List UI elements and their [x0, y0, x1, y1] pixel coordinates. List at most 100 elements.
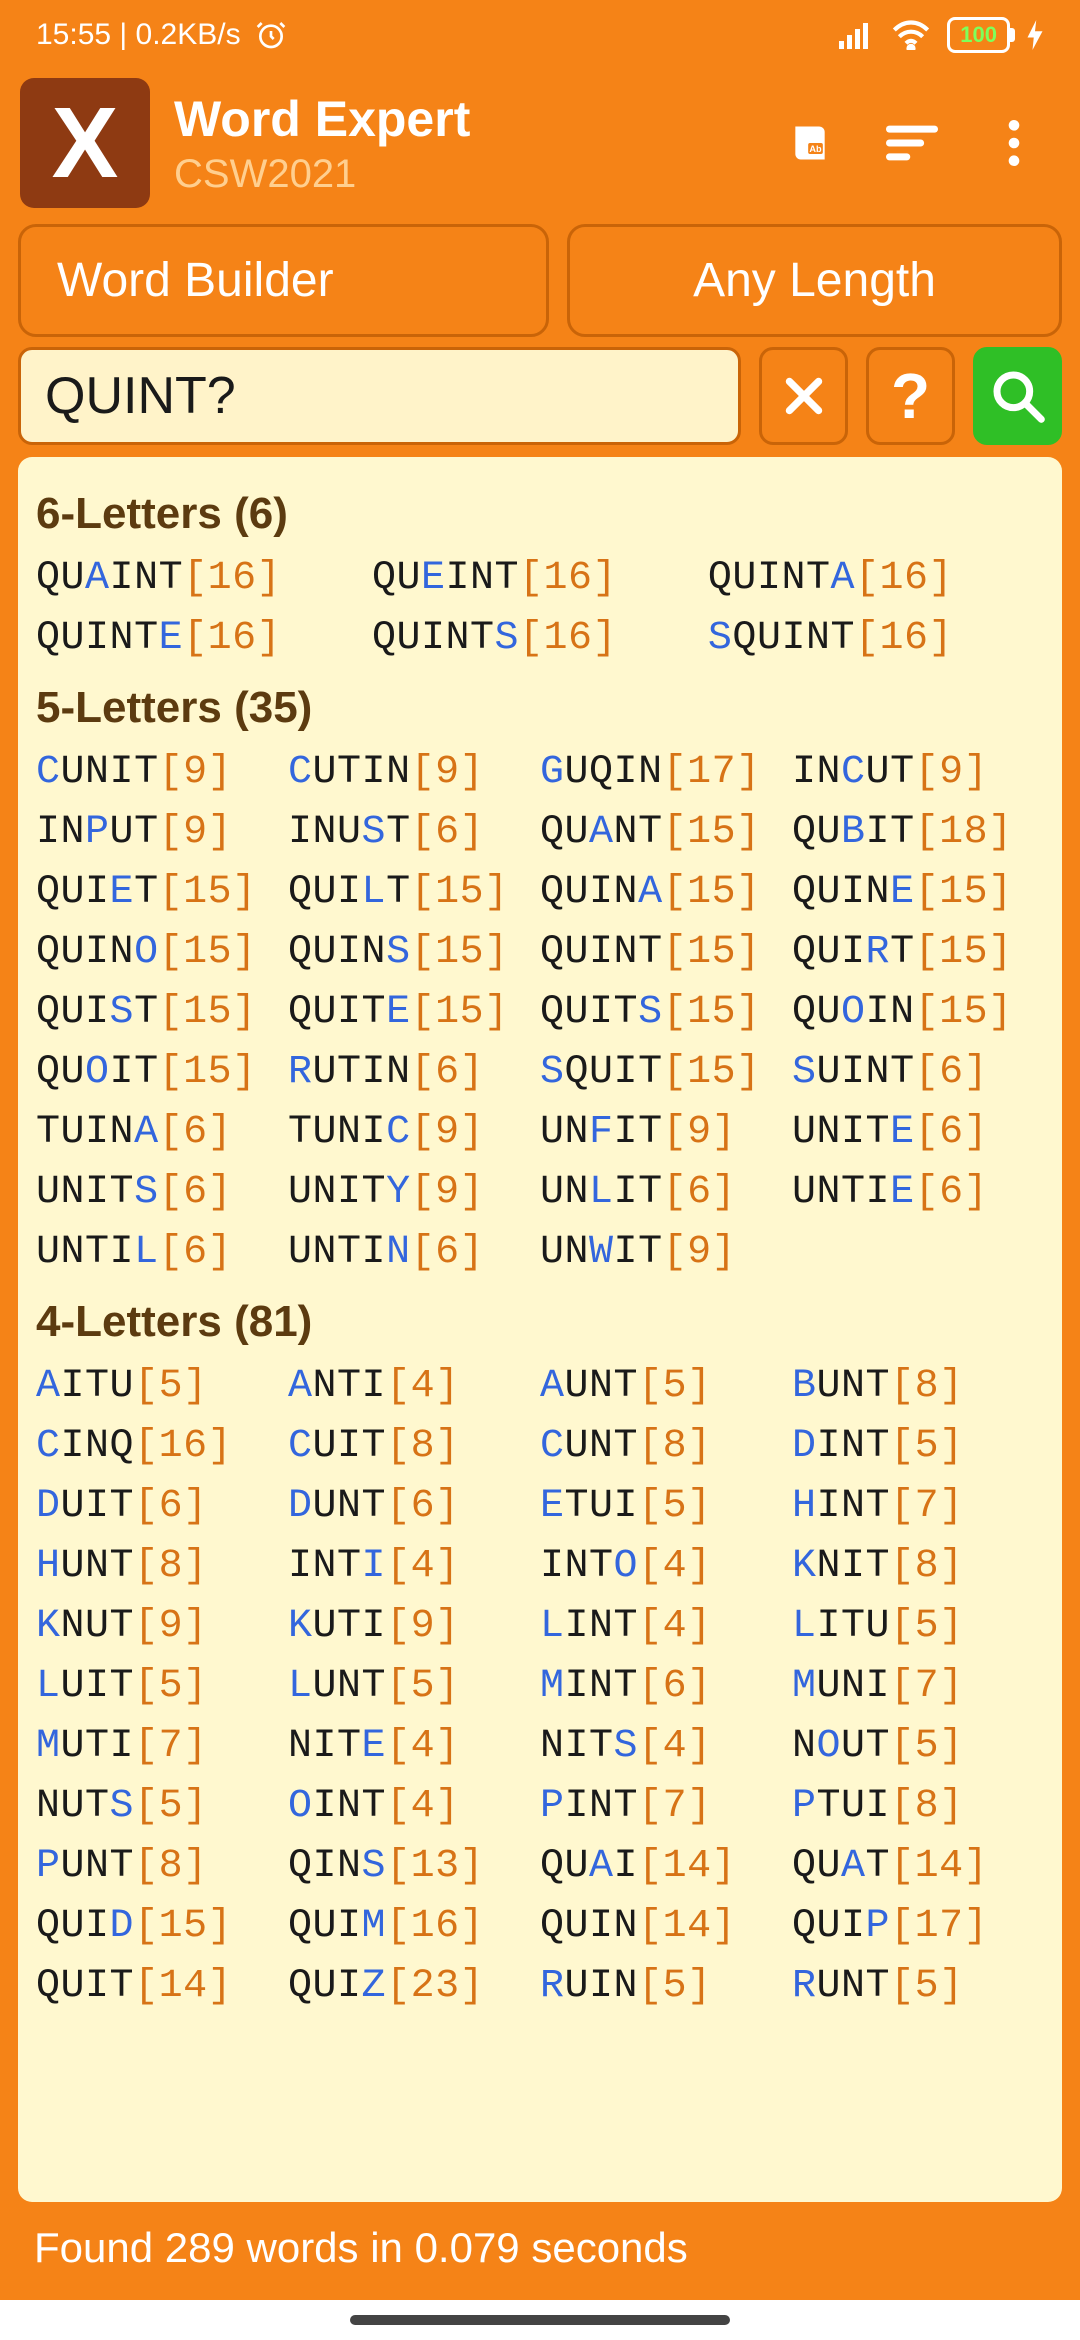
- battery-indicator: 100: [947, 17, 1010, 53]
- word-entry[interactable]: INCUT[9]: [792, 743, 1044, 803]
- word-entry[interactable]: QUAINT[16]: [36, 549, 372, 609]
- word-entry[interactable]: RUTIN[6]: [288, 1043, 540, 1103]
- word-entry[interactable]: NOUT[5]: [792, 1717, 1044, 1777]
- word-entry[interactable]: BUNT[8]: [792, 1357, 1044, 1417]
- word-entry[interactable]: QUINO[15]: [36, 923, 288, 983]
- word-entry[interactable]: QUAI[14]: [540, 1837, 792, 1897]
- word-entry[interactable]: NUTS[5]: [36, 1777, 288, 1837]
- word-entry[interactable]: QUINTE[16]: [36, 609, 372, 669]
- word-entry[interactable]: UNLIT[6]: [540, 1163, 792, 1223]
- word-entry[interactable]: INPUT[9]: [36, 803, 288, 863]
- word-entry[interactable]: AITU[5]: [36, 1357, 288, 1417]
- word-entry[interactable]: PINT[7]: [540, 1777, 792, 1837]
- mode-selector[interactable]: Word Builder: [18, 224, 549, 337]
- word-entry[interactable]: QUOIN[15]: [792, 983, 1044, 1043]
- word-entry[interactable]: QUITS[15]: [540, 983, 792, 1043]
- word-entry[interactable]: QUEINT[16]: [372, 549, 708, 609]
- word-entry[interactable]: NITS[4]: [540, 1717, 792, 1777]
- clear-button[interactable]: [759, 347, 848, 445]
- word-entry[interactable]: QUINE[15]: [792, 863, 1044, 923]
- word-entry[interactable]: QUILT[15]: [288, 863, 540, 923]
- word-entry[interactable]: QUAT[14]: [792, 1837, 1044, 1897]
- word-entry[interactable]: MINT[6]: [540, 1657, 792, 1717]
- word-entry[interactable]: SQUIT[15]: [540, 1043, 792, 1103]
- word-entry[interactable]: QUINTA[16]: [708, 549, 1044, 609]
- word-entry[interactable]: INTO[4]: [540, 1537, 792, 1597]
- word-entry[interactable]: RUIN[5]: [540, 1957, 792, 2017]
- word-entry[interactable]: UNTIL[6]: [36, 1223, 288, 1283]
- word-entry[interactable]: INUST[6]: [288, 803, 540, 863]
- word-entry[interactable]: QUIT[14]: [36, 1957, 288, 2017]
- dictionary-icon[interactable]: Ab: [784, 117, 836, 169]
- word-entry[interactable]: CINQ[16]: [36, 1417, 288, 1477]
- word-entry[interactable]: KUTI[9]: [288, 1597, 540, 1657]
- word-entry[interactable]: OINT[4]: [288, 1777, 540, 1837]
- word-entry[interactable]: QUIM[16]: [288, 1897, 540, 1957]
- search-input[interactable]: [18, 347, 741, 445]
- word-entry[interactable]: UNITS[6]: [36, 1163, 288, 1223]
- results-panel[interactable]: 6-Letters (6)QUAINT[16]QUEINT[16]QUINTA[…: [18, 457, 1062, 2202]
- overflow-menu-icon[interactable]: [988, 117, 1040, 169]
- word-entry[interactable]: QUIZ[23]: [288, 1957, 540, 2017]
- word-entry[interactable]: KNUT[9]: [36, 1597, 288, 1657]
- word-entry[interactable]: LINT[4]: [540, 1597, 792, 1657]
- word-entry[interactable]: DUIT[6]: [36, 1477, 288, 1537]
- word-entry[interactable]: CUTIN[9]: [288, 743, 540, 803]
- word-entry[interactable]: CUNT[8]: [540, 1417, 792, 1477]
- word-entry[interactable]: MUNI[7]: [792, 1657, 1044, 1717]
- word-entry[interactable]: QUIN[14]: [540, 1897, 792, 1957]
- dictionary-label[interactable]: CSW2021: [174, 152, 760, 197]
- word-entry[interactable]: QUINTS[16]: [372, 609, 708, 669]
- word-entry[interactable]: MUTI[7]: [36, 1717, 288, 1777]
- word-entry[interactable]: QUOIT[15]: [36, 1043, 288, 1103]
- word-entry[interactable]: SQUINT[16]: [708, 609, 1044, 669]
- search-button[interactable]: [973, 347, 1062, 445]
- word-entry[interactable]: PUNT[8]: [36, 1837, 288, 1897]
- word-entry[interactable]: DUNT[6]: [288, 1477, 540, 1537]
- word-entry[interactable]: ANTI[4]: [288, 1357, 540, 1417]
- word-entry[interactable]: UNTIE[6]: [792, 1163, 1044, 1223]
- word-entry[interactable]: INTI[4]: [288, 1537, 540, 1597]
- word-entry[interactable]: QUID[15]: [36, 1897, 288, 1957]
- word-entry[interactable]: UNTIN[6]: [288, 1223, 540, 1283]
- word-entry[interactable]: GUQIN[17]: [540, 743, 792, 803]
- word-entry[interactable]: QINS[13]: [288, 1837, 540, 1897]
- word-entry[interactable]: DINT[5]: [792, 1417, 1044, 1477]
- app-logo-icon[interactable]: X: [20, 78, 150, 208]
- word-entry[interactable]: NITE[4]: [288, 1717, 540, 1777]
- word-entry[interactable]: LITU[5]: [792, 1597, 1044, 1657]
- sort-icon[interactable]: [886, 117, 938, 169]
- word-entry[interactable]: QUBIT[18]: [792, 803, 1044, 863]
- word-entry[interactable]: QUIP[17]: [792, 1897, 1044, 1957]
- word-entry[interactable]: QUANT[15]: [540, 803, 792, 863]
- word-entry[interactable]: QUIST[15]: [36, 983, 288, 1043]
- word-entry[interactable]: UNITE[6]: [792, 1103, 1044, 1163]
- word-entry[interactable]: QUINS[15]: [288, 923, 540, 983]
- word-entry[interactable]: QUITE[15]: [288, 983, 540, 1043]
- word-entry[interactable]: QUINA[15]: [540, 863, 792, 923]
- word-entry[interactable]: AUNT[5]: [540, 1357, 792, 1417]
- word-entry[interactable]: HINT[7]: [792, 1477, 1044, 1537]
- word-entry[interactable]: CUIT[8]: [288, 1417, 540, 1477]
- word-entry[interactable]: UNFIT[9]: [540, 1103, 792, 1163]
- word-entry[interactable]: TUINA[6]: [36, 1103, 288, 1163]
- word-entry[interactable]: QUIET[15]: [36, 863, 288, 923]
- word-entry[interactable]: QUINT[15]: [540, 923, 792, 983]
- help-button[interactable]: ?: [866, 347, 955, 445]
- length-selector[interactable]: Any Length: [567, 224, 1062, 337]
- word-entry[interactable]: UNITY[9]: [288, 1163, 540, 1223]
- word-entry[interactable]: LUIT[5]: [36, 1657, 288, 1717]
- home-indicator-icon[interactable]: [350, 2315, 730, 2325]
- word-entry[interactable]: ETUI[5]: [540, 1477, 792, 1537]
- app-title: Word Expert: [174, 90, 760, 148]
- word-entry[interactable]: TUNIC[9]: [288, 1103, 540, 1163]
- word-entry[interactable]: SUINT[6]: [792, 1043, 1044, 1103]
- word-entry[interactable]: KNIT[8]: [792, 1537, 1044, 1597]
- word-entry[interactable]: CUNIT[9]: [36, 743, 288, 803]
- word-entry[interactable]: UNWIT[9]: [540, 1223, 792, 1283]
- word-entry[interactable]: PTUI[8]: [792, 1777, 1044, 1837]
- word-entry[interactable]: RUNT[5]: [792, 1957, 1044, 2017]
- word-entry[interactable]: LUNT[5]: [288, 1657, 540, 1717]
- word-entry[interactable]: HUNT[8]: [36, 1537, 288, 1597]
- word-entry[interactable]: QUIRT[15]: [792, 923, 1044, 983]
